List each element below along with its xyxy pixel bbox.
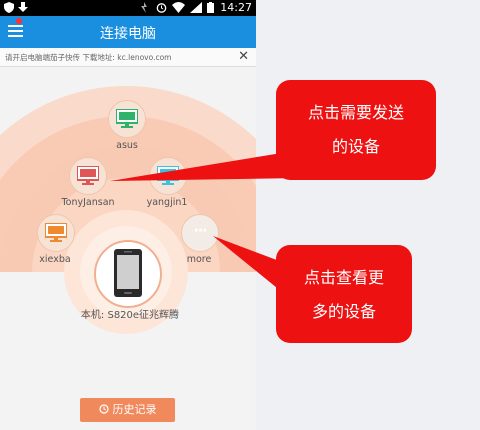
callout-more-line1: 点击查看更	[303, 268, 384, 287]
callout-send-line2: 的设备	[331, 137, 380, 156]
callout-send-device: 点击需要发送 的设备	[276, 80, 436, 180]
callout-send-line1: 点击需要发送	[307, 103, 404, 122]
callout-pointers	[110, 150, 302, 292]
callout-more-devices: 点击查看更 多的设备	[276, 245, 412, 343]
callout-more-line2: 多的设备	[311, 302, 376, 321]
